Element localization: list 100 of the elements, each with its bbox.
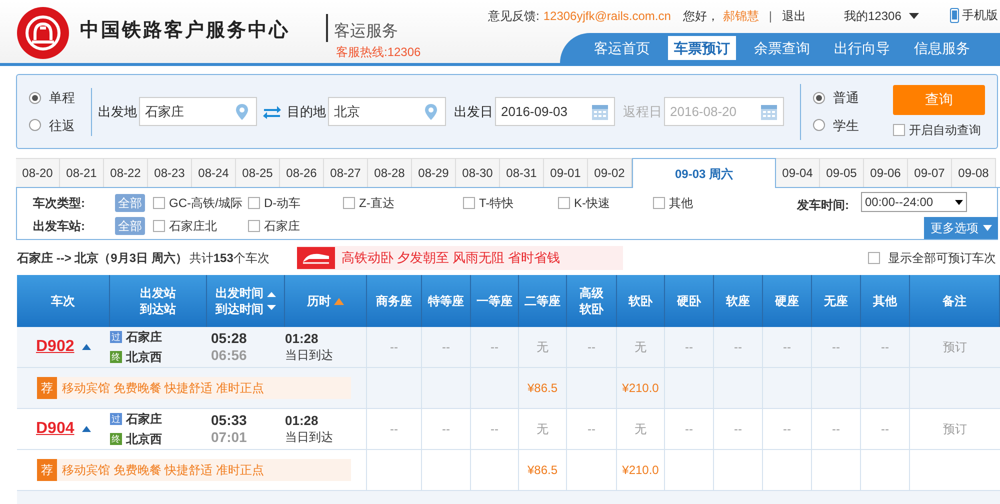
terminal-badge: 终	[110, 351, 122, 363]
radio-button[interactable]	[813, 92, 825, 104]
seat-price: ¥210.0	[622, 462, 659, 479]
promo-text: 移动宾馆 免费晚餐 快捷舒适 准时正点	[62, 380, 264, 397]
radio-button[interactable]	[29, 92, 41, 104]
nav-tab[interactable]: 余票查询	[748, 36, 816, 60]
nav-tab[interactable]: 出行向导	[828, 36, 896, 60]
book-button[interactable]: 预订	[943, 420, 967, 438]
greeting-text: 您好，	[682, 8, 719, 25]
date-tab[interactable]: 09-01	[544, 158, 588, 187]
checkbox[interactable]	[558, 197, 570, 209]
date-tab[interactable]: 09-03 周六	[632, 158, 776, 188]
column-header[interactable]: 软卧	[628, 293, 652, 309]
column-header[interactable]: 无座	[824, 293, 848, 309]
banner-text: 高铁动卧 夕发朝至 风雨无阻 省时省钱	[341, 249, 560, 268]
more-options-button[interactable]: 更多选项	[924, 217, 998, 239]
filter-label: 出发车站:	[33, 218, 86, 235]
column-header[interactable]: 其他	[873, 293, 897, 309]
my-account-link[interactable]: 我的12306	[844, 7, 920, 25]
caret-icon	[955, 200, 963, 204]
caret-icon	[909, 13, 920, 19]
column-header[interactable]: 软座	[726, 293, 750, 309]
date-tab[interactable]: 08-31	[500, 158, 544, 187]
column-header[interactable]: 硬卧	[677, 293, 701, 309]
column-header[interactable]: 车次	[51, 293, 75, 309]
train-count: 共计153个车次	[189, 250, 270, 267]
date-tab[interactable]: 08-21	[60, 158, 104, 187]
checkbox-label: T-特快	[479, 195, 514, 212]
username-link[interactable]: 郝锦慧	[722, 7, 759, 25]
date-tab[interactable]: 08-29	[412, 158, 456, 187]
seat-availability: --	[881, 339, 889, 356]
date-tab[interactable]: 08-20	[16, 158, 60, 187]
checkbox[interactable]	[153, 197, 165, 209]
column-header[interactable]: 高级 软卧	[580, 285, 604, 317]
date-tab[interactable]: 09-08	[952, 158, 996, 187]
column-header[interactable]: 出发时间 到达时间	[216, 285, 264, 317]
filter-all-tag[interactable]: 全部	[115, 194, 145, 212]
date-field[interactable]: 2016-09-03	[495, 97, 615, 126]
promo-text: 移动宾馆 免费晚餐 快捷舒适 准时正点	[62, 462, 264, 479]
date-tab[interactable]: 08-22	[104, 158, 148, 187]
column-header[interactable]: 历时	[307, 293, 331, 309]
date-tab[interactable]: 08-24	[192, 158, 236, 187]
nav-tab[interactable]: 车票预订	[668, 36, 736, 60]
book-button[interactable]: 预订	[943, 338, 967, 356]
time-select[interactable]: 00:00--24:00	[861, 192, 967, 212]
mobile-link[interactable]: 手机版	[950, 6, 998, 24]
checkbox-label: Z-直达	[359, 195, 394, 212]
column-header[interactable]: 备注	[942, 293, 966, 309]
seat-availability: --	[685, 421, 693, 438]
nav-tab[interactable]: 信息服务	[908, 36, 976, 60]
radio-label: 往返	[49, 116, 75, 134]
nav-tab[interactable]: 客运首页	[588, 36, 656, 60]
station-name: 北京西	[126, 431, 162, 448]
date-tab[interactable]: 08-25	[236, 158, 280, 187]
date-tab[interactable]: 09-05	[820, 158, 864, 187]
checkbox[interactable]	[463, 197, 475, 209]
checkbox[interactable]	[248, 197, 260, 209]
column-header[interactable]: 出发站 到达站	[140, 285, 176, 317]
checkbox[interactable]	[868, 252, 880, 264]
radio-button[interactable]	[29, 119, 41, 132]
site-subtitle: 客运服务	[334, 22, 398, 42]
filter-all-tag[interactable]: 全部	[115, 217, 145, 235]
arrival-day: 当日到达	[285, 429, 366, 446]
date-tab[interactable]: 09-06	[864, 158, 908, 187]
date-tab[interactable]: 09-02	[588, 158, 632, 187]
date-tab[interactable]: 09-04	[776, 158, 820, 187]
date-tab[interactable]: 08-23	[148, 158, 192, 187]
radio-button[interactable]	[813, 119, 825, 132]
date-tab[interactable]: 08-27	[324, 158, 368, 187]
train-number-link[interactable]: D902	[36, 335, 74, 359]
duration: 01:28	[285, 330, 320, 347]
date-tab[interactable]: 08-28	[368, 158, 412, 187]
logout-link[interactable]: 退出	[782, 7, 806, 25]
location-field[interactable]: 石家庄	[139, 97, 257, 126]
sort-up-icon[interactable]	[334, 298, 344, 304]
train-number-link[interactable]: D904	[36, 417, 74, 441]
filter-label: 车次类型:	[33, 195, 86, 212]
column-header[interactable]: 硬座	[775, 293, 799, 309]
column-header[interactable]: 商务座	[376, 293, 412, 309]
column-header[interactable]: 一等座	[476, 293, 512, 309]
railway-logo-icon	[17, 7, 69, 59]
date-tab[interactable]: 09-07	[908, 158, 952, 187]
date-tab[interactable]: 08-26	[280, 158, 324, 187]
location-pin-icon	[422, 103, 440, 121]
checkbox[interactable]	[653, 197, 665, 209]
checkbox[interactable]	[153, 220, 165, 232]
date-tab[interactable]: 08-30	[456, 158, 500, 187]
checkbox[interactable]	[893, 124, 905, 136]
seat-availability: 无	[536, 421, 548, 438]
expand-up-icon[interactable]	[82, 426, 92, 432]
location-field[interactable]: 北京	[328, 97, 446, 126]
query-button[interactable]: 查询	[893, 84, 985, 114]
column-header[interactable]: 特等座	[428, 293, 464, 309]
checkbox[interactable]	[248, 220, 260, 232]
expand-up-icon[interactable]	[82, 344, 92, 350]
swap-arrows-icon[interactable]	[262, 104, 282, 120]
checkbox[interactable]	[343, 197, 355, 209]
field-label: 目的地	[287, 102, 326, 121]
column-header[interactable]: 二等座	[524, 293, 560, 309]
feedback-email-link[interactable]: 12306yjfk@rails.com.cn	[543, 7, 671, 25]
